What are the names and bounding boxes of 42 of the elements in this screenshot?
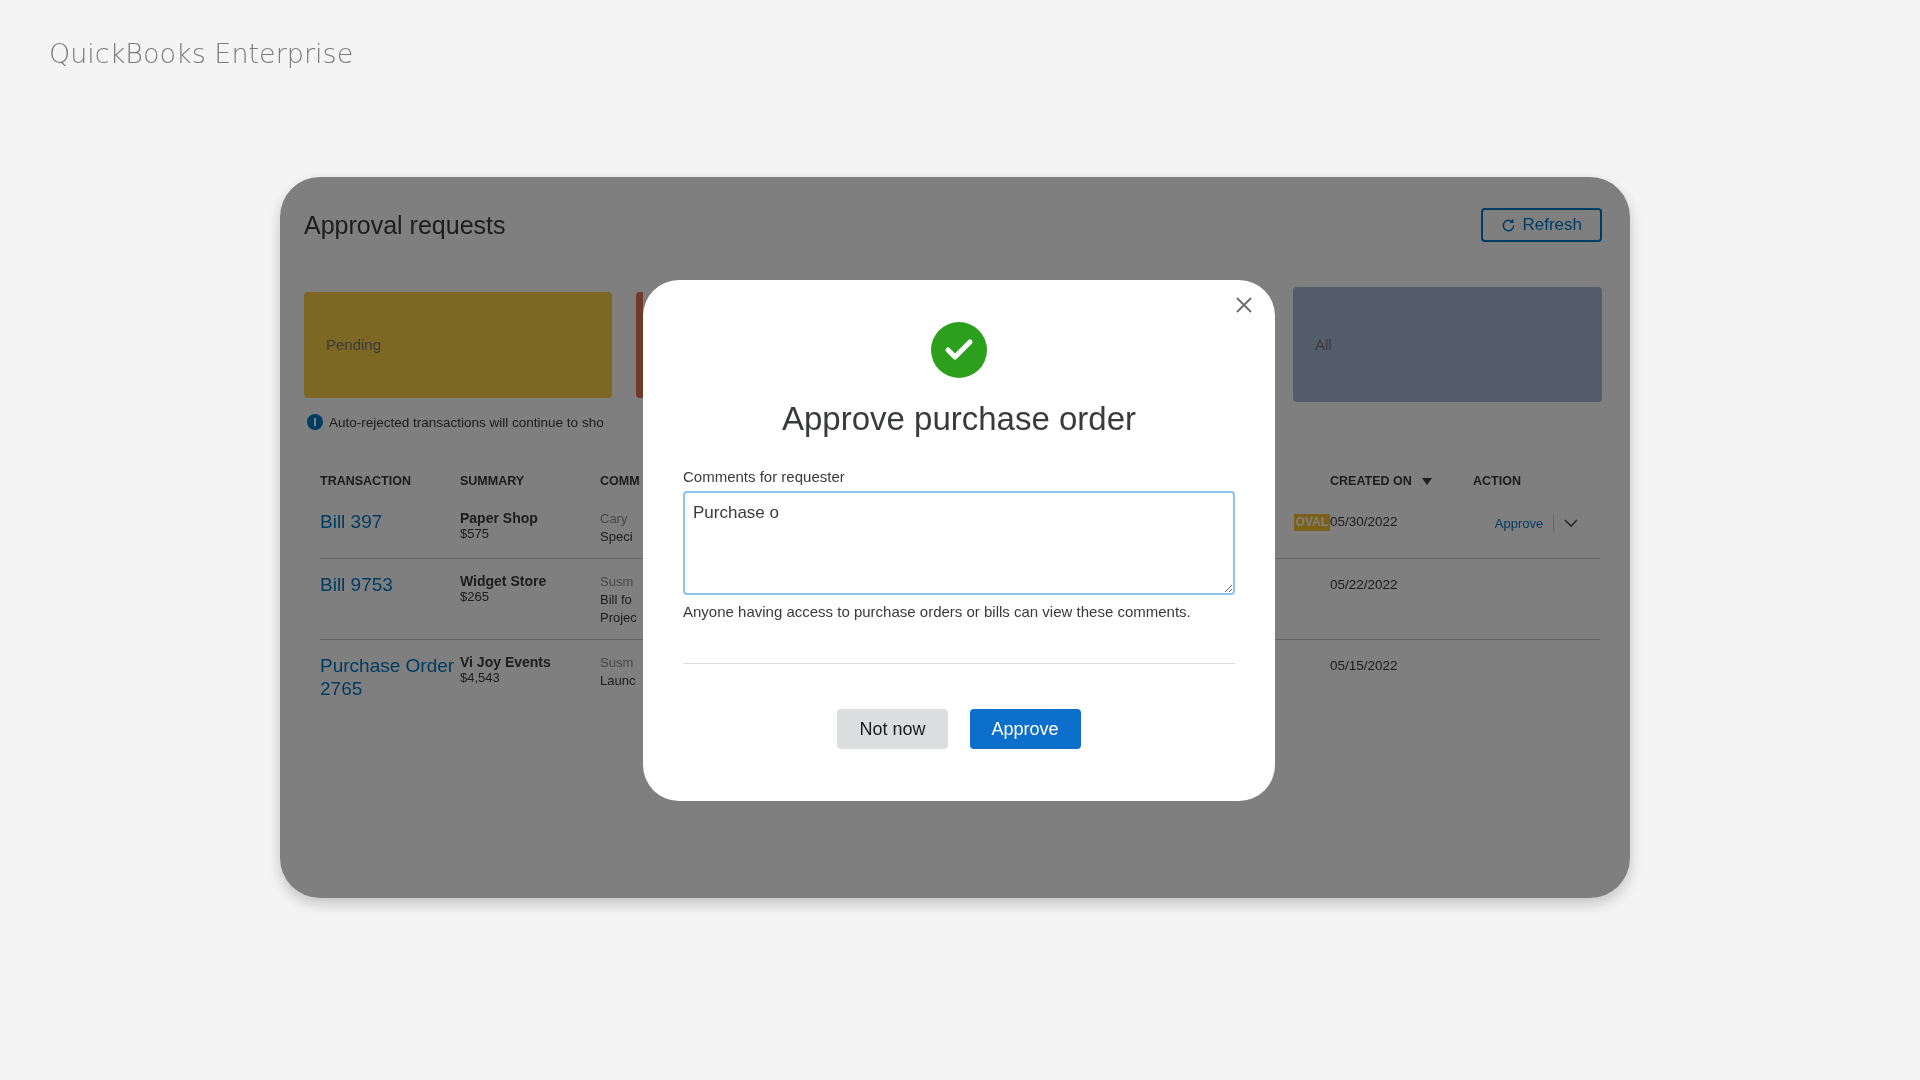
column-header[interactable]: CREATED ON <box>1330 474 1473 488</box>
amount-text: $4,543 <box>460 670 501 685</box>
app-title: QuickBooks Enterprise <box>49 38 354 69</box>
transaction-link[interactable]: Purchase Order 2765 <box>320 654 460 700</box>
column-header: COMM <box>600 474 641 488</box>
created-date: 05/15/2022 <box>1330 658 1399 673</box>
vendor-name: Vi Joy Events <box>460 654 552 670</box>
panel-title: Approval requests <box>304 210 506 240</box>
status-card[interactable]: Pending <box>304 291 612 398</box>
comments-field[interactable]: Purchase o <box>683 491 1235 595</box>
hint-text: Anyone having access to purchase orders or bills can view these comments. <box>683 603 1192 620</box>
status-badge: OVAL <box>1293 514 1330 531</box>
column-header: SUMMARY <box>460 474 526 488</box>
comment-author: Susm <box>600 654 635 672</box>
refresh-icon <box>1501 217 1517 233</box>
approve-link[interactable]: Approve <box>1494 515 1544 531</box>
info-text: Auto-rejected transactions will continue to sho <box>329 414 604 430</box>
comment-text: Speci <box>600 528 634 546</box>
amount-text: $575 <box>460 526 490 541</box>
info-icon <box>307 414 323 430</box>
transaction-link[interactable]: Bill 9753 <box>320 573 460 596</box>
comment-author: Susm <box>600 573 635 591</box>
transaction-link[interactable]: Bill 397 <box>320 510 460 533</box>
refresh-button[interactable]: Refresh <box>1481 208 1602 242</box>
created-date: 05/22/2022 <box>1330 577 1399 592</box>
comment-text: Launc <box>600 672 637 690</box>
comment-author: Cary <box>600 510 629 528</box>
amount-text: $265 <box>460 589 490 604</box>
comment-text: Projec <box>600 609 638 627</box>
checkmark-icon <box>931 322 987 378</box>
dialog-title: Approve purchase order <box>781 400 1136 438</box>
created-date: 05/30/2022 <box>1330 514 1399 529</box>
vendor-name: Widget Store <box>460 573 548 589</box>
column-header: TRANSACTION <box>320 474 412 488</box>
vendor-name: Paper Shop <box>460 510 539 526</box>
chevron-down-icon[interactable] <box>1564 518 1579 528</box>
field-label: Comments for requester <box>683 468 846 485</box>
column-header: ACTION <box>1473 474 1522 488</box>
approve-button[interactable]: Approve <box>969 709 1081 749</box>
close-icon[interactable] <box>1235 296 1253 314</box>
not-now-button[interactable]: Not now <box>837 709 948 749</box>
comment-text: Bill fo <box>600 591 633 609</box>
